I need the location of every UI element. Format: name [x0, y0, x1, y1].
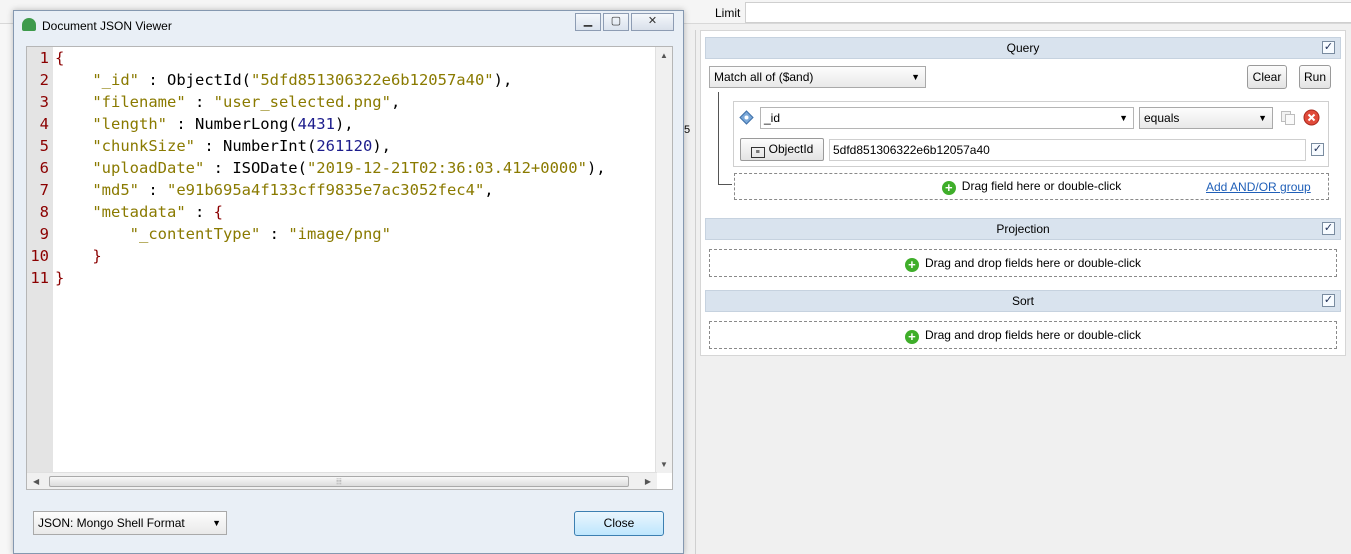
value-type-button[interactable]: ≡ ObjectId	[740, 138, 824, 161]
dialog-titlebar[interactable]: Document JSON Viewer ▁ ▢ ✕	[14, 11, 683, 39]
dropzone-text: Drag field here or double-click	[961, 179, 1122, 193]
field-name-value: _id	[764, 111, 781, 125]
window-close-button[interactable]: ✕	[631, 13, 674, 31]
chevron-down-icon: ▼	[212, 518, 221, 528]
horizontal-scrollbar[interactable]: ◀ ⦙⦙⦙ ▶	[27, 472, 657, 489]
line-number: 11	[30, 269, 49, 287]
close-button[interactable]: Close	[574, 511, 664, 536]
sort-section-header[interactable]: Sort ✓	[705, 290, 1341, 312]
tree-connector	[718, 92, 719, 184]
id-card-icon: ≡	[750, 147, 765, 158]
format-dropdown[interactable]: JSON: Mongo Shell Format ▼	[33, 511, 227, 535]
chevron-down-icon: ▼	[911, 72, 920, 82]
tree-connector	[718, 184, 732, 185]
condition-enabled-checkbox[interactable]: ✓	[1311, 143, 1324, 156]
code-line: "uploadDate" : ISODate("2019-12-21T02:36…	[92, 159, 606, 177]
dropzone-text: Drag and drop fields here or double-clic…	[924, 256, 1142, 270]
vertical-scrollbar[interactable]: ▲ ▼	[655, 47, 672, 473]
projection-section-header[interactable]: Projection ✓	[705, 218, 1341, 240]
add-and-or-group-link[interactable]: Add AND/OR group	[1206, 180, 1311, 194]
match-mode-value: Match all of ($and)	[714, 70, 814, 84]
field-node-icon	[739, 110, 754, 125]
line-number: 2	[39, 71, 49, 89]
scroll-up-icon[interactable]: ▲	[660, 51, 668, 60]
operator-dropdown[interactable]: equals ▼	[1139, 107, 1273, 129]
run-button[interactable]: Run	[1299, 65, 1331, 89]
field-name-combobox[interactable]: _id ▼	[760, 107, 1134, 129]
line-number: 7	[39, 181, 49, 199]
sort-dropzone[interactable]: + Drag and drop fields here or double-cli…	[709, 321, 1337, 349]
query-section-header[interactable]: Query ✓	[705, 37, 1341, 59]
code-line: "md5" : "e91b695a4f133cff9835e7ac3052fec…	[92, 181, 494, 199]
value-type-label: ObjectId	[768, 142, 814, 156]
code-line: "filename" : "user_selected.png",	[92, 93, 401, 111]
projection-dropzone[interactable]: + Drag and drop fields here or double-cli…	[709, 249, 1337, 277]
limit-input[interactable]	[745, 2, 1351, 23]
line-number: 1	[39, 49, 49, 67]
limit-label: Limit	[715, 6, 741, 20]
sort-section-label: Sort	[1011, 294, 1034, 308]
sort-enabled-checkbox[interactable]: ✓	[1322, 294, 1335, 307]
scroll-left-icon[interactable]: ◀	[33, 477, 39, 486]
code-line: {	[55, 49, 65, 67]
line-number: 9	[39, 225, 49, 243]
operator-value: equals	[1144, 111, 1180, 125]
line-number: 8	[39, 203, 49, 221]
minimize-button[interactable]: ▁	[575, 13, 601, 31]
code-line: "metadata" : {	[92, 203, 223, 221]
clear-button[interactable]: Clear	[1247, 65, 1287, 89]
remove-condition-icon[interactable]	[1303, 109, 1320, 126]
app-logo-icon	[22, 18, 36, 31]
scroll-right-icon[interactable]: ▶	[645, 477, 651, 486]
code-line: "length" : NumberLong(4431),	[92, 115, 354, 133]
add-icon: +	[904, 330, 919, 344]
code-line: "_contentType" : "image/png"	[129, 225, 391, 243]
match-mode-dropdown[interactable]: Match all of ($and) ▼	[709, 66, 926, 88]
code-line: }	[55, 269, 65, 287]
line-number-gutter: 1 2 3 4 5 6 7 8 9 10 11	[27, 47, 53, 473]
scroll-down-icon[interactable]: ▼	[660, 460, 668, 469]
dropzone-text: Drag and drop fields here or double-clic…	[924, 328, 1142, 342]
format-value: JSON: Mongo Shell Format	[38, 516, 185, 530]
dialog-title: Document JSON Viewer	[42, 19, 172, 33]
line-number: 5	[39, 137, 49, 155]
line-number: 6	[39, 159, 49, 177]
scrollbar-thumb[interactable]: ⦙⦙⦙	[49, 476, 629, 487]
code-line: }	[92, 247, 102, 265]
add-icon: +	[904, 258, 919, 272]
query-enabled-checkbox[interactable]: ✓	[1322, 41, 1335, 54]
maximize-button[interactable]: ▢	[603, 13, 629, 31]
partial-text: 5	[684, 124, 691, 136]
chevron-down-icon: ▼	[1119, 113, 1128, 123]
line-number: 3	[39, 93, 49, 111]
query-section-label: Query	[1006, 41, 1040, 55]
line-number: 10	[30, 247, 49, 265]
code-line: "chunkSize" : NumberInt(261120),	[92, 137, 391, 155]
projection-section-label: Projection	[996, 222, 1050, 236]
value-input[interactable]: 5dfd851306322e6b12057a40	[829, 139, 1306, 161]
copy-icon[interactable]	[1280, 110, 1296, 126]
json-viewer-dialog: Document JSON Viewer ▁ ▢ ✕ 1 2 3 4 5 6 7…	[13, 10, 684, 554]
line-number: 4	[39, 115, 49, 133]
projection-enabled-checkbox[interactable]: ✓	[1322, 222, 1335, 235]
code-line: "_id" : ObjectId("5dfd851306322e6b12057a…	[92, 71, 513, 89]
chevron-down-icon: ▼	[1258, 113, 1267, 123]
add-icon: +	[941, 181, 956, 195]
json-editor[interactable]: 1 2 3 4 5 6 7 8 9 10 11 { "_id" : Object…	[26, 46, 673, 490]
